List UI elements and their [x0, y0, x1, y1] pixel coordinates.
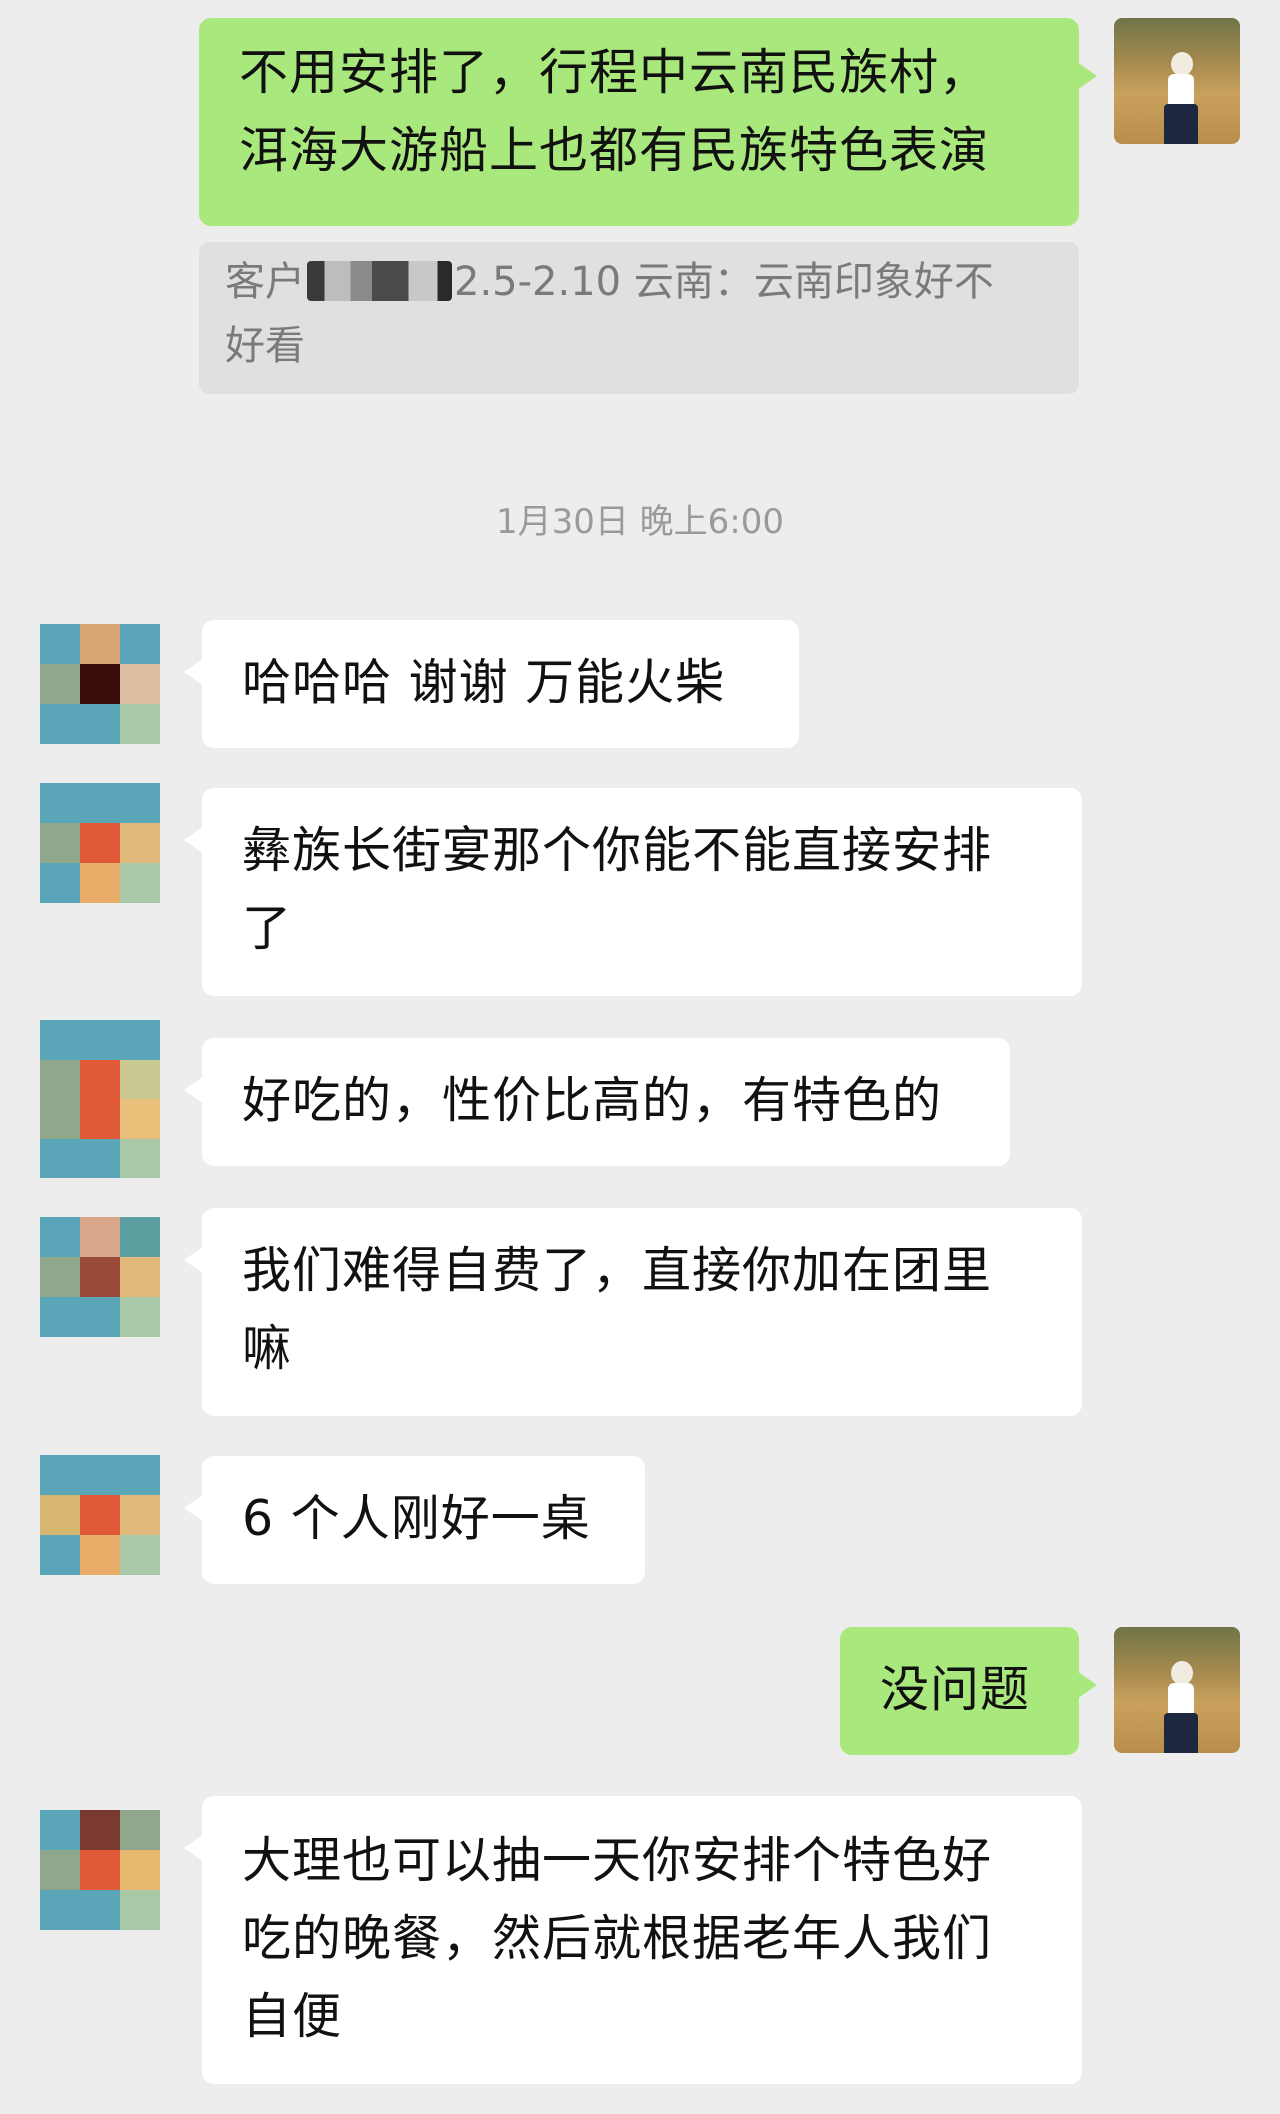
quoted-message[interactable]: 客户 2.5-2.10 云南：云南印象好不 好看	[199, 242, 1079, 394]
avatar-pixel	[80, 704, 120, 744]
avatar-pixel	[40, 664, 80, 704]
message-line: 哈哈哈 谢谢 万能火柴	[242, 654, 726, 711]
avatar-pixel	[80, 1890, 120, 1930]
avatar-pixel	[120, 863, 160, 903]
self-avatar[interactable]	[1114, 1627, 1240, 1753]
avatar-pixel	[40, 1535, 80, 1575]
contact-avatar[interactable]	[40, 1810, 160, 1930]
message-bubble-other[interactable]: 彝族长街宴那个你能不能直接安排 了	[184, 788, 1082, 996]
avatar-pixel	[80, 1495, 120, 1535]
contact-avatar[interactable]	[40, 1455, 160, 1575]
message-bubble-other[interactable]: 我们难得自费了，直接你加在团里 嘛	[184, 1208, 1082, 1416]
avatar-pixel	[80, 664, 120, 704]
message-line: 自便	[242, 1988, 343, 2045]
quote-prefix: 客户	[225, 259, 305, 305]
avatar-pixel	[120, 624, 160, 664]
avatar-figure-body	[1168, 1683, 1194, 1717]
avatar-figure-body	[1168, 74, 1194, 108]
message-bubble-other[interactable]: 大理也可以抽一天你安排个特色好 吃的晚餐，然后就根据老年人我们 自便	[184, 1796, 1082, 2084]
redacted-name	[307, 261, 452, 301]
quote-suffix: 2.5-2.10 云南：云南印象好不	[454, 259, 994, 305]
avatar-figure-head	[1171, 1661, 1193, 1685]
avatar-pixel	[40, 1257, 80, 1297]
contact-avatar[interactable]	[40, 1217, 160, 1337]
message-line: 没问题	[880, 1661, 1031, 1718]
avatar-pixel	[120, 1535, 160, 1575]
quote-line-1: 客户 2.5-2.10 云南：云南印象好不	[225, 250, 1053, 314]
avatar-pixel	[80, 1099, 120, 1139]
avatar-pixel	[80, 1535, 120, 1575]
avatar-figure-head	[1171, 52, 1193, 76]
avatar-pixel	[120, 1455, 160, 1495]
avatar-pixel	[120, 1850, 160, 1890]
avatar-pixel	[120, 783, 160, 823]
quote-line-2: 好看	[225, 323, 305, 369]
avatar-pixel	[120, 664, 160, 704]
avatar-pixel	[120, 704, 160, 744]
avatar-pixel	[120, 1890, 160, 1930]
avatar-pixel	[120, 1059, 160, 1099]
message-line: 嘛	[242, 1320, 293, 1377]
avatar-pixel	[80, 823, 120, 863]
avatar-pixel	[40, 1059, 80, 1099]
message-bubble-other[interactable]: 好吃的，性价比高的，有特色的	[184, 1038, 1010, 1166]
avatar-pixel	[40, 1455, 80, 1495]
avatar-pixel	[40, 823, 80, 863]
avatar-pixel	[80, 1297, 120, 1337]
avatar-pixel	[40, 783, 80, 823]
avatar-pixel	[40, 1138, 80, 1178]
avatar-pixel	[40, 1297, 80, 1337]
message-line: 了	[242, 900, 293, 957]
avatar-pixel	[80, 863, 120, 903]
message-line: 大理也可以抽一天你安排个特色好	[242, 1832, 993, 1889]
self-avatar[interactable]	[1114, 18, 1240, 144]
message-bubble-self[interactable]: 不用安排了，行程中云南民族村， 洱海大游船上也都有民族特色表演	[199, 18, 1097, 226]
message-line: 我们难得自费了，直接你加在团里	[242, 1242, 993, 1299]
message-line: 彝族长街宴那个你能不能直接安排	[242, 822, 993, 879]
avatar-pixel	[40, 863, 80, 903]
avatar-pixel	[80, 1257, 120, 1297]
avatar-pixel	[120, 1217, 160, 1257]
avatar-pixel	[40, 704, 80, 744]
message-line: 吃的晚餐，然后就根据老年人我们	[242, 1910, 993, 1967]
avatar-pixel	[40, 1099, 80, 1139]
avatar-pixel	[120, 1297, 160, 1337]
timestamp: 1月30日 晚上6:00	[495, 502, 785, 542]
message-bubble-self[interactable]: 没问题	[840, 1627, 1097, 1755]
avatar-pixel	[120, 1020, 160, 1060]
avatar-pixel	[40, 1890, 80, 1930]
avatar-pixel	[120, 1257, 160, 1297]
avatar-pixel	[80, 1810, 120, 1850]
contact-avatar[interactable]	[40, 1020, 160, 1178]
avatar-figure-skirt	[1164, 104, 1198, 144]
avatar-pixel	[80, 1020, 120, 1060]
avatar-pixel	[40, 1217, 80, 1257]
avatar-pixel	[80, 1059, 120, 1099]
avatar-pixel	[40, 1810, 80, 1850]
message-line: 不用安排了，行程中云南民族村，	[239, 44, 990, 101]
message-bubble-other[interactable]: 哈哈哈 谢谢 万能火柴	[184, 620, 799, 748]
avatar-pixel	[80, 1455, 120, 1495]
avatar-pixel	[40, 1850, 80, 1890]
avatar-pixel	[80, 1217, 120, 1257]
contact-avatar[interactable]	[40, 624, 160, 744]
avatar-pixel	[80, 1850, 120, 1890]
message-line: 6 个人刚好一桌	[242, 1490, 591, 1547]
contact-avatar[interactable]	[40, 783, 160, 903]
avatar-figure-skirt	[1164, 1713, 1198, 1753]
avatar-pixel	[40, 624, 80, 664]
avatar-pixel	[120, 823, 160, 863]
message-line: 洱海大游船上也都有民族特色表演	[239, 122, 990, 179]
avatar-pixel	[120, 1495, 160, 1535]
avatar-pixel	[80, 1138, 120, 1178]
avatar-pixel	[40, 1020, 80, 1060]
avatar-pixel	[120, 1810, 160, 1850]
avatar-pixel	[120, 1099, 160, 1139]
avatar-pixel	[40, 1495, 80, 1535]
message-bubble-other[interactable]: 6 个人刚好一桌	[184, 1456, 645, 1584]
message-line: 好吃的，性价比高的，有特色的	[242, 1072, 943, 1129]
avatar-pixel	[120, 1138, 160, 1178]
avatar-pixel	[80, 783, 120, 823]
avatar-pixel	[80, 624, 120, 664]
